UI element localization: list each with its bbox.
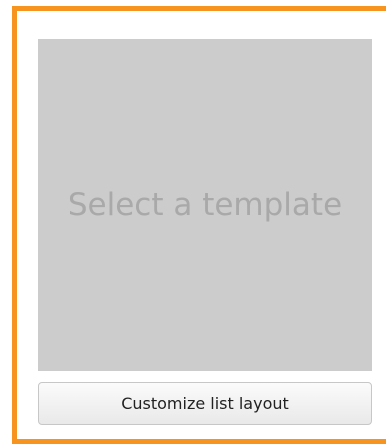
template-preview-placeholder: Select a template bbox=[67, 187, 343, 223]
customize-list-layout-button[interactable]: Customize list layout bbox=[38, 382, 372, 425]
template-preview[interactable]: Select a template bbox=[38, 39, 372, 371]
template-picker-stage: Select a template Customize list layout bbox=[0, 0, 386, 444]
